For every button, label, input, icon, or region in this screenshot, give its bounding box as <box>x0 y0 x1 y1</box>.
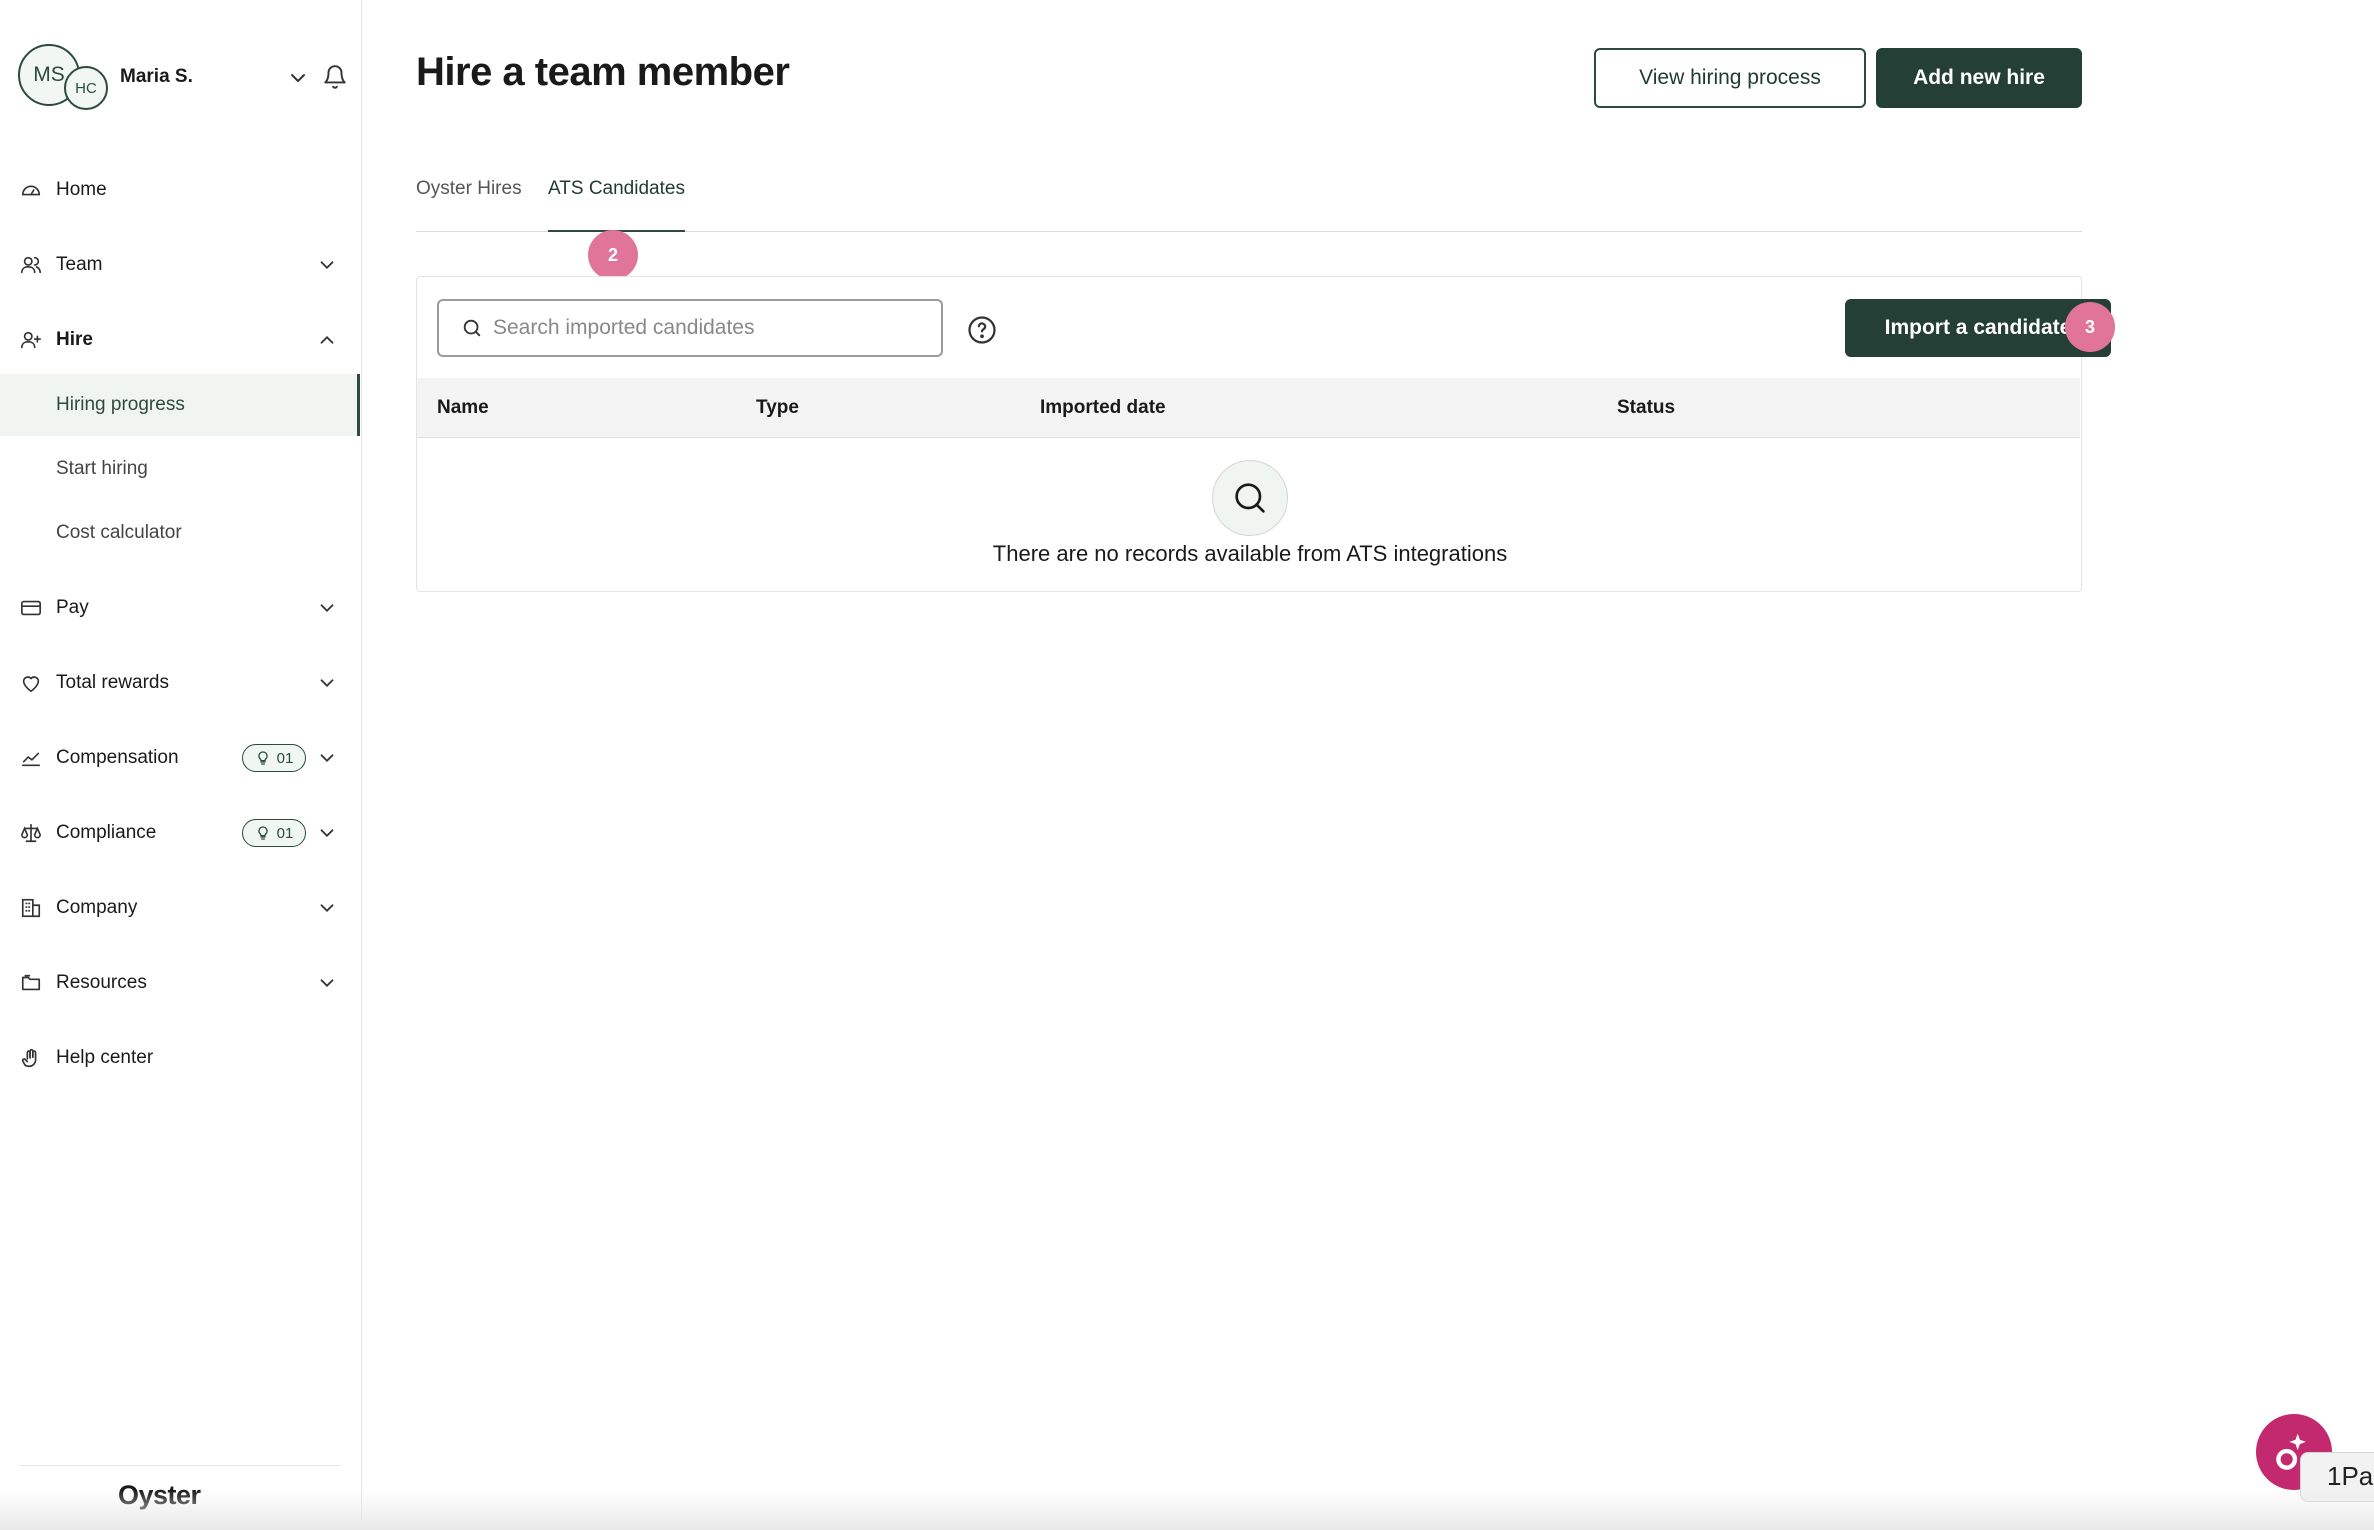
sidebar-divider <box>20 1465 340 1466</box>
chevron-down-icon <box>320 904 334 913</box>
heart-icon <box>22 676 40 693</box>
view-hiring-process-button[interactable]: View hiring process <box>1594 48 1866 108</box>
empty-state-search-icon <box>1212 460 1288 536</box>
tab-oyster-hires[interactable]: Oyster Hires <box>416 178 522 230</box>
avatar-company[interactable]: HC <box>64 66 108 110</box>
users-icon <box>21 256 41 274</box>
badge-count: 01 <box>276 749 294 767</box>
sidebar-item-label: Company <box>56 897 138 918</box>
sidebar-item-label: Resources <box>56 972 147 993</box>
candidates-panel: Import a candidate Name Type Imported da… <box>416 276 2111 592</box>
sidebar-item-cost-calculator[interactable]: Cost calculator <box>0 502 360 564</box>
tab-ats-candidates[interactable]: ATS Candidates <box>548 178 685 232</box>
chevron-down-icon <box>320 679 334 688</box>
insights-badge: 01 <box>242 744 306 772</box>
home-gauge-icon <box>21 185 41 196</box>
user-name: Maria S. <box>120 66 193 87</box>
main-content: Hire a team member View hiring process A… <box>362 0 2374 1530</box>
badge-count: 01 <box>276 824 294 842</box>
chart-icon <box>21 752 41 767</box>
page-title: Hire a team member <box>416 50 790 94</box>
lightbulb-icon <box>257 826 268 840</box>
column-header-status[interactable]: Status <box>1617 397 1675 419</box>
card-icon <box>21 600 41 616</box>
sidebar-item-compensation[interactable]: Compensation 01 <box>0 728 360 788</box>
password-manager-tab[interactable]: 1Pa <box>2300 1452 2374 1502</box>
search-icon <box>463 319 481 337</box>
tab-bar: Oyster Hires ATS Candidates <box>416 172 2082 232</box>
help-circle-icon[interactable] <box>967 315 997 345</box>
chevron-up-icon <box>320 335 334 344</box>
user-plus-icon <box>21 331 41 349</box>
user-switcher[interactable]: MS HC Maria S. <box>18 44 348 112</box>
sidebar-item-pay[interactable]: Pay <box>0 578 360 638</box>
sidebar-item-compliance[interactable]: Compliance 01 <box>0 803 360 863</box>
chevron-down-icon <box>320 754 334 763</box>
sidebar: MS HC Maria S. Home Team Hire Hiring pro… <box>0 0 362 1530</box>
sidebar-item-total-rewards[interactable]: Total rewards <box>0 653 360 713</box>
sidebar-item-label: Hire <box>56 329 93 350</box>
sidebar-item-label: Help center <box>56 1047 154 1068</box>
add-new-hire-button[interactable]: Add new hire <box>1876 48 2082 108</box>
sidebar-item-home[interactable]: Home <box>0 160 360 220</box>
scale-icon <box>21 823 41 843</box>
sidebar-item-resources[interactable]: Resources <box>0 953 360 1013</box>
sidebar-item-label: Home <box>56 179 107 200</box>
column-header-name[interactable]: Name <box>437 397 489 419</box>
sidebar-item-hire[interactable]: Hire <box>0 310 360 370</box>
sidebar-item-label: Team <box>56 254 103 275</box>
search-input[interactable] <box>493 308 933 348</box>
sidebar-item-label: Cost calculator <box>56 522 182 543</box>
sidebar-item-label: Compliance <box>56 822 157 843</box>
sidebar-item-label: Pay <box>56 597 89 618</box>
empty-state-message: There are no records available from ATS … <box>992 541 1508 566</box>
bell-icon[interactable] <box>322 64 348 90</box>
chevron-down-icon <box>320 261 334 270</box>
sidebar-item-company[interactable]: Company <box>0 878 360 938</box>
lightbulb-icon <box>257 751 268 765</box>
sidebar-item-team[interactable]: Team <box>0 235 360 295</box>
search-field[interactable] <box>437 299 943 357</box>
table-header: Name Type Imported date Status <box>417 378 2080 438</box>
sidebar-item-start-hiring[interactable]: Start hiring <box>0 438 360 500</box>
sidebar-item-help-center[interactable]: Help center <box>0 1028 360 1088</box>
sidebar-item-label: Total rewards <box>56 672 169 693</box>
column-header-imported-date[interactable]: Imported date <box>1040 397 1166 419</box>
building-icon <box>21 898 41 918</box>
column-header-type[interactable]: Type <box>756 397 799 419</box>
sidebar-item-label: Hiring progress <box>56 394 185 415</box>
brand-logo[interactable]: Oyster <box>118 1480 201 1511</box>
sidebar-item-hiring-progress[interactable]: Hiring progress <box>0 374 360 436</box>
sidebar-item-label: Compensation <box>56 747 179 768</box>
insights-badge: 01 <box>242 819 306 847</box>
folder-icon <box>21 974 41 991</box>
sidebar-item-label: Start hiring <box>56 458 148 479</box>
chevron-down-icon <box>320 829 334 838</box>
step-marker-badge: 2 <box>588 230 638 280</box>
chevron-down-icon <box>320 979 334 988</box>
chevron-down-icon <box>320 604 334 613</box>
chevron-down-icon[interactable] <box>286 66 310 90</box>
hand-icon <box>21 1048 37 1068</box>
step-marker-badge: 3 <box>2065 302 2115 352</box>
